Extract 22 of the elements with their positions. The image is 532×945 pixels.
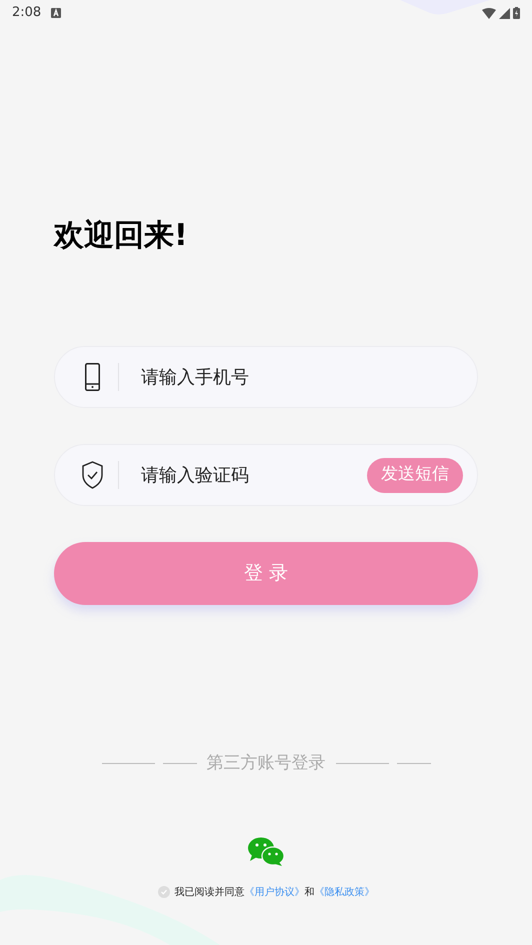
- check-icon: [160, 888, 168, 896]
- wechat-icon[interactable]: [248, 836, 284, 866]
- status-time: 2:08: [12, 4, 42, 22]
- shield-check-icon: [82, 461, 103, 489]
- login-button[interactable]: 登 录: [54, 542, 478, 605]
- battery-icon: [513, 7, 520, 19]
- send-sms-button[interactable]: 发送短信: [367, 458, 463, 492]
- third-party-label: 第三方账号登录: [206, 752, 326, 775]
- code-field[interactable]: 请输入验证码 发送短信: [54, 444, 478, 506]
- user-agreement-link[interactable]: 《用户协议》: [244, 884, 304, 900]
- signal-icon: [499, 8, 510, 18]
- phone-input[interactable]: 请输入手机号: [141, 364, 463, 390]
- phone-field[interactable]: 请输入手机号: [54, 346, 478, 408]
- privacy-policy-link[interactable]: 《隐私政策》: [314, 884, 374, 900]
- agreement-checkbox[interactable]: [158, 886, 170, 898]
- phone-icon: [85, 363, 100, 391]
- keyboard-icon: [51, 8, 62, 18]
- welcome-title: 欢迎回来!: [54, 217, 188, 255]
- agreement-text: 我已阅读并同意: [174, 886, 244, 900]
- code-input[interactable]: 请输入验证码: [141, 462, 367, 488]
- agreement-conjunction: 和: [304, 886, 314, 900]
- wifi-icon: [482, 8, 496, 18]
